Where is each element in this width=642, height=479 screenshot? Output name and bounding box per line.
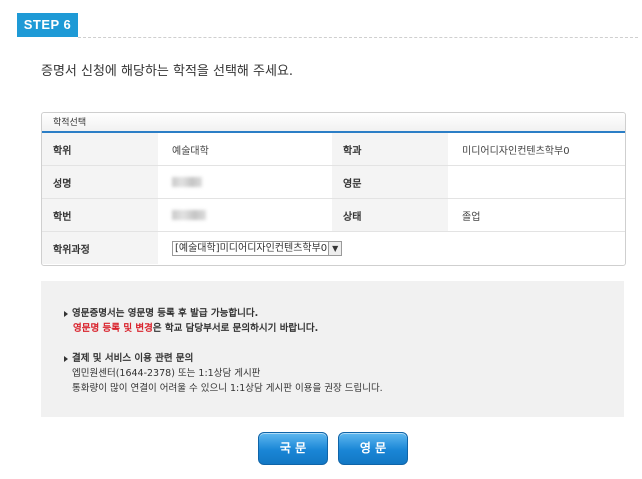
notice-english-cert: 영문증명서는 영문명 등록 후 발급 가능합니다. bbox=[64, 305, 258, 319]
chevron-down-icon[interactable]: ▼ bbox=[328, 241, 342, 255]
page-instruction: 증명서 신청에 해당하는 학적을 선택해 주세요. bbox=[41, 64, 294, 79]
table-row: 학위과정 [예술대학]미디어디자인컨텐츠학부0 ▼ bbox=[42, 231, 625, 265]
status-label: 상태 bbox=[332, 198, 448, 232]
notice-line3: 결제 및 서비스 이용 관련 문의 bbox=[72, 353, 194, 364]
step-divider bbox=[78, 37, 638, 38]
table-row: 학위 예술대학 학과 미디어디자인컨텐츠학부0 bbox=[42, 133, 625, 166]
status-value: 졸업 bbox=[448, 198, 625, 232]
notice-box: 영문증명서는 영문명 등록 후 발급 가능합니다. 영문명 등록 및 변경은 학… bbox=[41, 281, 624, 417]
name-label: 성명 bbox=[42, 165, 158, 199]
notice-line2-rest: 은 학교 담당부서로 문의하시기 바랍니다. bbox=[152, 323, 319, 334]
course-select-value: [예술대학]미디어디자인컨텐츠학부0 bbox=[175, 242, 328, 254]
degree-value: 예술대학 bbox=[158, 133, 332, 166]
korean-certificate-button[interactable]: 국 문 bbox=[258, 432, 328, 465]
bullet-arrow-icon bbox=[64, 310, 68, 317]
notice-contact: 엡민원센터(1644-2378) 또는 1:1상담 게시판 bbox=[72, 368, 261, 379]
degree-label: 학위 bbox=[42, 133, 158, 166]
academic-record-table: 학위 예술대학 학과 미디어디자인컨텐츠학부0 성명 영문 학번 상태 졸업 학… bbox=[42, 133, 625, 264]
student-id-value bbox=[158, 198, 332, 232]
table-row: 학번 상태 졸업 bbox=[42, 198, 625, 232]
redacted-student-id bbox=[172, 209, 206, 220]
notice-recommendation: 통화량이 많이 연결이 어려울 수 있으니 1:1상담 게시판 이용을 권장 드… bbox=[72, 383, 383, 394]
department-value: 미디어디자인컨텐츠학부0 bbox=[448, 133, 625, 166]
academic-record-panel: 학적선택 학위 예술대학 학과 미디어디자인컨텐츠학부0 성명 영문 학번 상태… bbox=[41, 112, 626, 266]
notice-name-change: 영문명 등록 및 변경은 학교 담당부서로 문의하시기 바랍니다. bbox=[73, 320, 318, 334]
course-cell: [예술대학]미디어디자인컨텐츠학부0 ▼ bbox=[158, 232, 625, 265]
department-label: 학과 bbox=[332, 133, 448, 166]
name-value bbox=[158, 165, 332, 199]
notice-highlight: 영문명 등록 및 변경 bbox=[73, 323, 153, 334]
student-id-label: 학번 bbox=[42, 198, 158, 232]
english-name-value bbox=[448, 165, 625, 199]
english-name-label: 영문 bbox=[332, 165, 448, 199]
course-label: 학위과정 bbox=[42, 231, 158, 264]
course-select[interactable]: [예술대학]미디어디자인컨텐츠학부0 ▼ bbox=[172, 240, 343, 256]
panel-title: 학적선택 bbox=[42, 113, 625, 133]
bullet-arrow-icon bbox=[64, 355, 68, 362]
step-badge: STEP 6 bbox=[17, 13, 78, 37]
table-row: 성명 영문 bbox=[42, 165, 625, 199]
english-certificate-button[interactable]: 영 문 bbox=[338, 432, 408, 465]
notice-inquiry-title: 결제 및 서비스 이용 관련 문의 bbox=[64, 350, 193, 364]
notice-line1: 영문증명서는 영문명 등록 후 발급 가능합니다. bbox=[72, 308, 259, 319]
redacted-name bbox=[172, 176, 202, 187]
